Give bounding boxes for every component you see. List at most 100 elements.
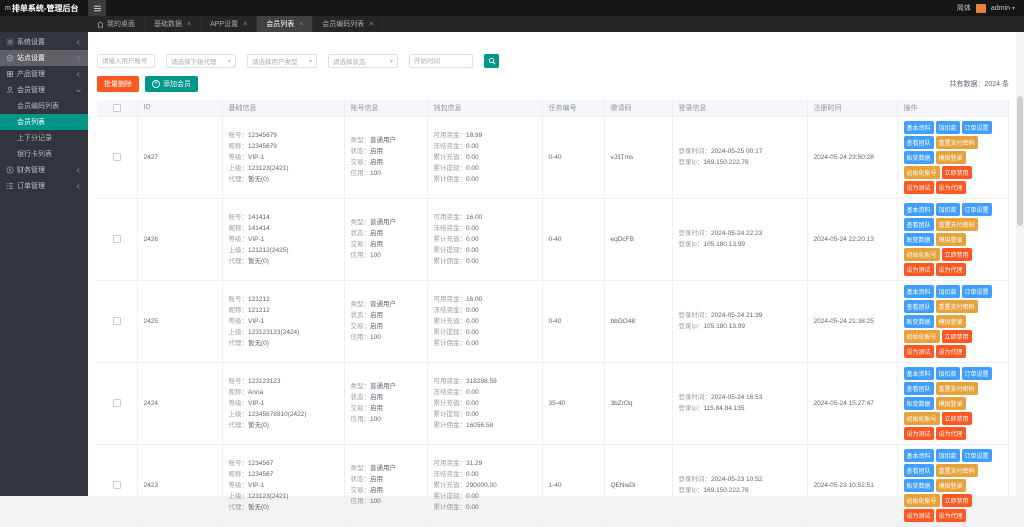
op-button-查看团队[interactable]: 查看团队 bbox=[904, 300, 934, 313]
close-icon[interactable]: × bbox=[369, 21, 373, 28]
agent-select[interactable]: 请选择下级代理 ▾ bbox=[166, 54, 236, 68]
op-button-设为代理[interactable]: 设为代理 bbox=[936, 181, 966, 194]
hamburger-icon bbox=[93, 4, 102, 13]
op-button-设为代理[interactable]: 设为代理 bbox=[936, 345, 966, 358]
sidebar-subitem-会员列表[interactable]: 会员列表 bbox=[0, 114, 88, 130]
op-button-账变数据[interactable]: 账变数据 bbox=[904, 315, 934, 328]
op-button-重置支付密码[interactable]: 重置支付密码 bbox=[936, 464, 978, 477]
sidebar-item-系统设置[interactable]: 系统设置 bbox=[0, 34, 88, 50]
op-button-设为测试[interactable]: 设为测试 bbox=[904, 181, 934, 194]
batch-delete-button[interactable]: 批量删除 bbox=[97, 76, 139, 92]
op-button-设为代理[interactable]: 设为代理 bbox=[936, 427, 966, 440]
sidebar-subitem-上下分记录[interactable]: 上下分记录 bbox=[0, 130, 88, 146]
op-button-立即禁用[interactable]: 立即禁用 bbox=[942, 330, 972, 343]
op-button-基本资料[interactable]: 基本资料 bbox=[904, 367, 934, 380]
language-flag-badge[interactable] bbox=[976, 4, 986, 13]
op-button-设为代理[interactable]: 设为代理 bbox=[936, 263, 966, 276]
start-time-input[interactable] bbox=[409, 54, 473, 68]
op-button-模拟登录[interactable]: 模拟登录 bbox=[936, 397, 966, 410]
close-icon[interactable]: × bbox=[187, 21, 191, 28]
row-checkbox[interactable] bbox=[113, 235, 121, 243]
tab-会员编码列表[interactable]: 会员编码列表× bbox=[313, 16, 383, 32]
op-button-立即禁用[interactable]: 立即禁用 bbox=[942, 412, 972, 425]
op-button-重置支付密码[interactable]: 重置支付密码 bbox=[936, 382, 978, 395]
row-checkbox[interactable] bbox=[113, 317, 121, 325]
tab-APP设置[interactable]: APP设置× bbox=[201, 16, 257, 32]
tab-我的桌面[interactable]: 我的桌面 bbox=[88, 16, 145, 32]
op-button-设为测试[interactable]: 设为测试 bbox=[904, 509, 934, 522]
info-line: 等级：VIP-1 bbox=[229, 398, 338, 409]
row-checkbox[interactable] bbox=[113, 153, 121, 161]
op-button-初始化账号[interactable]: 初始化账号 bbox=[904, 330, 940, 343]
op-button-重置支付密码[interactable]: 重置支付密码 bbox=[936, 218, 978, 231]
search-button[interactable] bbox=[484, 54, 499, 68]
op-button-模拟登录[interactable]: 模拟登录 bbox=[936, 479, 966, 492]
scrollbar-thumb[interactable] bbox=[1017, 96, 1023, 226]
user-type-select[interactable]: 请选择用户类型 ▾ bbox=[247, 54, 317, 68]
op-button-基本资料[interactable]: 基本资料 bbox=[904, 285, 934, 298]
operations-group: 基本资料加扣款订单设置查看团队重置支付密码账变数据模拟登录初始化账号立即禁用设为… bbox=[904, 285, 1002, 358]
info-label: 可用资金： bbox=[434, 214, 467, 221]
sidebar-subitem-银行卡列表[interactable]: 银行卡列表 bbox=[0, 146, 88, 162]
tab-基础数据[interactable]: 基础数据× bbox=[145, 16, 201, 32]
op-button-查看团队[interactable]: 查看团队 bbox=[904, 382, 934, 395]
op-button-初始化账号[interactable]: 初始化账号 bbox=[904, 494, 940, 507]
op-button-查看团队[interactable]: 查看团队 bbox=[904, 218, 934, 231]
op-button-订单设置[interactable]: 订单设置 bbox=[962, 121, 992, 134]
op-button-重置支付密码[interactable]: 重置支付密码 bbox=[936, 300, 978, 313]
op-button-基本资料[interactable]: 基本资料 bbox=[904, 449, 934, 462]
info-value: 0.00 bbox=[466, 400, 479, 407]
status-select[interactable]: 请选择状态 ▾ bbox=[328, 54, 398, 68]
op-button-基本资料[interactable]: 基本资料 bbox=[904, 203, 934, 216]
op-button-加扣款[interactable]: 加扣款 bbox=[936, 285, 960, 298]
row-checkbox[interactable] bbox=[113, 399, 121, 407]
op-button-模拟登录[interactable]: 模拟登录 bbox=[936, 151, 966, 164]
op-button-订单设置[interactable]: 订单设置 bbox=[962, 449, 992, 462]
op-button-立即禁用[interactable]: 立即禁用 bbox=[942, 494, 972, 507]
add-member-button[interactable]: + 添加会员 bbox=[145, 76, 198, 92]
op-button-加扣款[interactable]: 加扣款 bbox=[936, 203, 960, 216]
sidebar-collapse-button[interactable] bbox=[88, 0, 106, 16]
op-button-设为代理[interactable]: 设为代理 bbox=[936, 509, 966, 522]
op-button-初始化账号[interactable]: 初始化账号 bbox=[904, 412, 940, 425]
close-icon[interactable]: × bbox=[243, 21, 247, 28]
sidebar-item-订单管理[interactable]: 订单管理 bbox=[0, 178, 88, 194]
op-button-初始化账号[interactable]: 初始化账号 bbox=[904, 248, 940, 261]
op-button-模拟登录[interactable]: 模拟登录 bbox=[936, 315, 966, 328]
op-button-账变数据[interactable]: 账变数据 bbox=[904, 479, 934, 492]
sidebar-item-会员管理[interactable]: 会员管理 bbox=[0, 82, 88, 98]
sidebar-item-财务管理[interactable]: 财务管理 bbox=[0, 162, 88, 178]
op-button-设为测试[interactable]: 设为测试 bbox=[904, 345, 934, 358]
op-button-账变数据[interactable]: 账变数据 bbox=[904, 151, 934, 164]
info-line: 登录Ip：115.84.84.135 bbox=[679, 403, 801, 414]
op-button-查看团队[interactable]: 查看团队 bbox=[904, 136, 934, 149]
op-button-立即禁用[interactable]: 立即禁用 bbox=[942, 166, 972, 179]
op-button-模拟登录[interactable]: 模拟登录 bbox=[936, 233, 966, 246]
close-icon[interactable]: × bbox=[299, 21, 303, 28]
op-button-设为测试[interactable]: 设为测试 bbox=[904, 263, 934, 276]
op-button-账变数据[interactable]: 账变数据 bbox=[904, 233, 934, 246]
sidebar-subitem-会员编码列表[interactable]: 会员编码列表 bbox=[0, 98, 88, 114]
op-button-订单设置[interactable]: 订单设置 bbox=[962, 367, 992, 380]
op-button-加扣款[interactable]: 加扣款 bbox=[936, 121, 960, 134]
op-button-重置支付密码[interactable]: 重置支付密码 bbox=[936, 136, 978, 149]
op-button-立即禁用[interactable]: 立即禁用 bbox=[942, 248, 972, 261]
language-switch[interactable]: 简体 bbox=[957, 3, 971, 13]
op-button-账变数据[interactable]: 账变数据 bbox=[904, 397, 934, 410]
op-button-订单设置[interactable]: 订单设置 bbox=[962, 285, 992, 298]
op-button-加扣款[interactable]: 加扣款 bbox=[936, 449, 960, 462]
op-button-查看团队[interactable]: 查看团队 bbox=[904, 464, 934, 477]
row-checkbox[interactable] bbox=[113, 481, 121, 489]
sidebar-item-产品管理[interactable]: 产品管理 bbox=[0, 66, 88, 82]
select-all-checkbox[interactable] bbox=[113, 104, 121, 112]
tab-bar: 我的桌面基础数据×APP设置×会员列表×会员编码列表× bbox=[0, 16, 1024, 32]
account-search-input[interactable] bbox=[97, 54, 155, 68]
op-button-初始化账号[interactable]: 初始化账号 bbox=[904, 166, 940, 179]
op-button-基本资料[interactable]: 基本资料 bbox=[904, 121, 934, 134]
sidebar-item-站点设置[interactable]: 站点设置 bbox=[0, 50, 88, 66]
tab-会员列表[interactable]: 会员列表× bbox=[257, 16, 313, 32]
op-button-加扣款[interactable]: 加扣款 bbox=[936, 367, 960, 380]
op-button-订单设置[interactable]: 订单设置 bbox=[962, 203, 992, 216]
user-menu[interactable]: admin ▾ bbox=[991, 5, 1015, 12]
op-button-设为测试[interactable]: 设为测试 bbox=[904, 427, 934, 440]
